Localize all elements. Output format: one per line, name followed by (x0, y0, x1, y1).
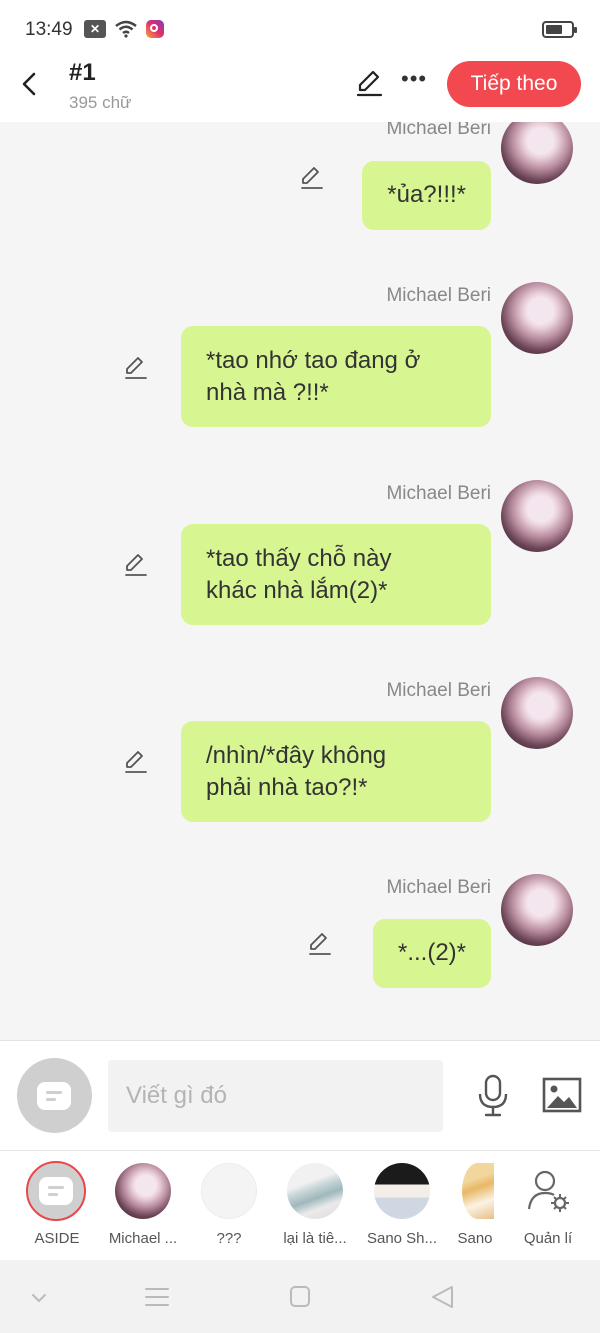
message-text: *...(2)* (397, 939, 466, 966)
character-unknown[interactable]: ??? (184, 1163, 274, 1255)
edit-message-icon[interactable] (306, 931, 332, 957)
message-bubble[interactable]: *...(2)* (372, 919, 491, 988)
character-label: Michael ... (108, 1230, 178, 1247)
message-bubble[interactable]: /nhìn/*đây không phải nhà tao?!* (181, 721, 491, 822)
page-title: #1 (69, 59, 96, 86)
character-sano[interactable]: Sano (445, 1163, 505, 1255)
more-options-icon[interactable]: ••• (401, 68, 427, 98)
message-input[interactable] (108, 1060, 443, 1132)
chat-area[interactable]: Michael Beri *ủa?!!!* Michael Beri *tao … (0, 122, 600, 1040)
message-bubble[interactable]: *tao thấy chỗ này khác nhà lắm(2)* (181, 524, 491, 625)
aside-avatar (26, 1161, 86, 1221)
message-bubble[interactable]: *ủa?!!!* (362, 161, 491, 230)
battery-icon (542, 21, 577, 38)
message-text: *ủa?!!!* (387, 181, 466, 208)
manage-characters[interactable]: Quản lí (503, 1163, 593, 1255)
sender-name: Michael Beri (386, 680, 491, 701)
sender-avatar[interactable] (501, 282, 573, 354)
manage-user-settings-icon (527, 1170, 569, 1212)
character-avatar (287, 1163, 343, 1219)
character-label: Sano Sh... (366, 1230, 438, 1247)
character-label: ??? (216, 1230, 242, 1247)
microphone-icon[interactable] (476, 1074, 510, 1118)
edit-title-icon[interactable] (354, 68, 384, 98)
sender-name: Michael Beri (386, 877, 491, 898)
aside-toggle-button[interactable] (17, 1058, 92, 1133)
sender-name: Michael Beri (386, 122, 491, 139)
word-count: 395 chữ (69, 93, 132, 112)
instagram-icon (146, 20, 164, 38)
message-text-line: *tao nhớ tao đang ở (206, 347, 421, 374)
notification-x-icon: ✕ (84, 20, 106, 38)
chat-bubble-icon (37, 1082, 71, 1110)
next-button[interactable]: Tiếp theo (447, 61, 581, 107)
wifi-icon (115, 20, 137, 38)
edit-message-icon[interactable] (298, 165, 324, 191)
sender-avatar[interactable] (501, 480, 573, 552)
character-avatar (115, 1163, 171, 1219)
message-bubble[interactable]: *tao nhớ tao đang ở nhà mà ?!!* (181, 326, 491, 427)
sender-avatar[interactable] (501, 122, 573, 184)
system-nav-bar (0, 1260, 600, 1333)
chat-bubble-icon (39, 1177, 73, 1205)
character-aside[interactable]: ASIDE (12, 1161, 102, 1255)
character-bar: ASIDE Michael ... ??? lại là tiê... Sano… (0, 1150, 600, 1260)
character-label: ASIDE (34, 1230, 80, 1247)
character-avatar (201, 1163, 257, 1219)
character-label: Quản lí (523, 1230, 573, 1247)
character-label: Sano (457, 1230, 493, 1247)
sender-name: Michael Beri (386, 285, 491, 306)
home-icon[interactable] (285, 1284, 315, 1310)
message-text-line: khác nhà lắm(2)* (206, 577, 388, 604)
sender-name: Michael Beri (386, 483, 491, 504)
message-text-line: *tao thấy chỗ này (206, 545, 392, 572)
message-text-line: /nhìn/*đây không (206, 742, 387, 769)
status-bar: 13:49 ✕ (0, 0, 600, 58)
image-icon[interactable] (542, 1077, 582, 1113)
status-time: 13:49 (25, 19, 73, 40)
message-text-line: nhà mà ?!!* (206, 379, 329, 406)
character-lai-la-tie[interactable]: lại là tiê... (270, 1163, 360, 1255)
message-composer (0, 1040, 600, 1150)
character-avatar (374, 1163, 430, 1219)
character-michael[interactable]: Michael ... (98, 1163, 188, 1255)
message-text-line: phải nhà tao?!* (206, 774, 368, 801)
edit-message-icon[interactable] (122, 355, 148, 381)
sender-avatar[interactable] (501, 677, 573, 749)
character-label: lại là tiê... (283, 1230, 347, 1247)
status-icons: ✕ (84, 20, 164, 38)
chevron-down-icon[interactable] (24, 1284, 54, 1310)
back-arrow-icon[interactable] (14, 66, 44, 102)
edit-message-icon[interactable] (122, 552, 148, 578)
edit-message-icon[interactable] (122, 749, 148, 775)
menu-icon[interactable] (142, 1284, 172, 1310)
sender-avatar[interactable] (501, 874, 573, 946)
character-avatar (462, 1163, 494, 1219)
back-triangle-icon[interactable] (428, 1284, 458, 1310)
app-header: #1 395 chữ ••• Tiếp theo (0, 58, 600, 122)
character-sano-sh[interactable]: Sano Sh... (357, 1163, 447, 1255)
